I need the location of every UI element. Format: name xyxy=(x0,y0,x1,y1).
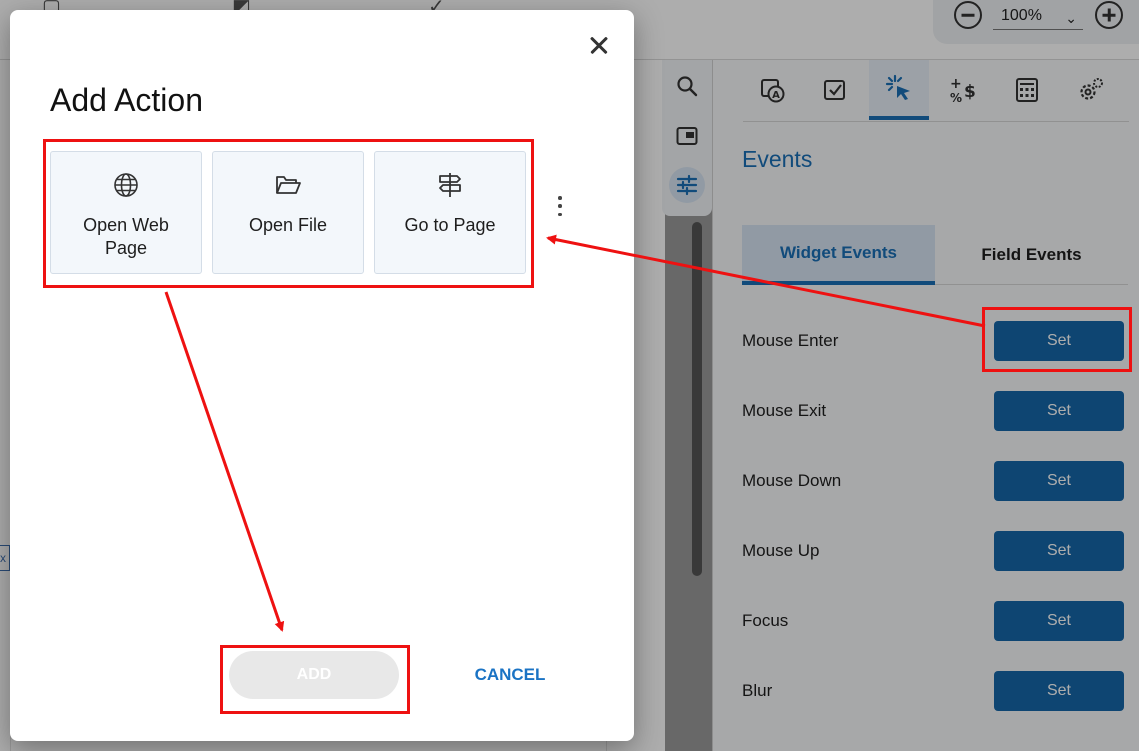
annotation-arrow xyxy=(164,291,285,632)
annotation-arrow xyxy=(546,234,986,328)
annotation-arrows xyxy=(164,234,986,632)
